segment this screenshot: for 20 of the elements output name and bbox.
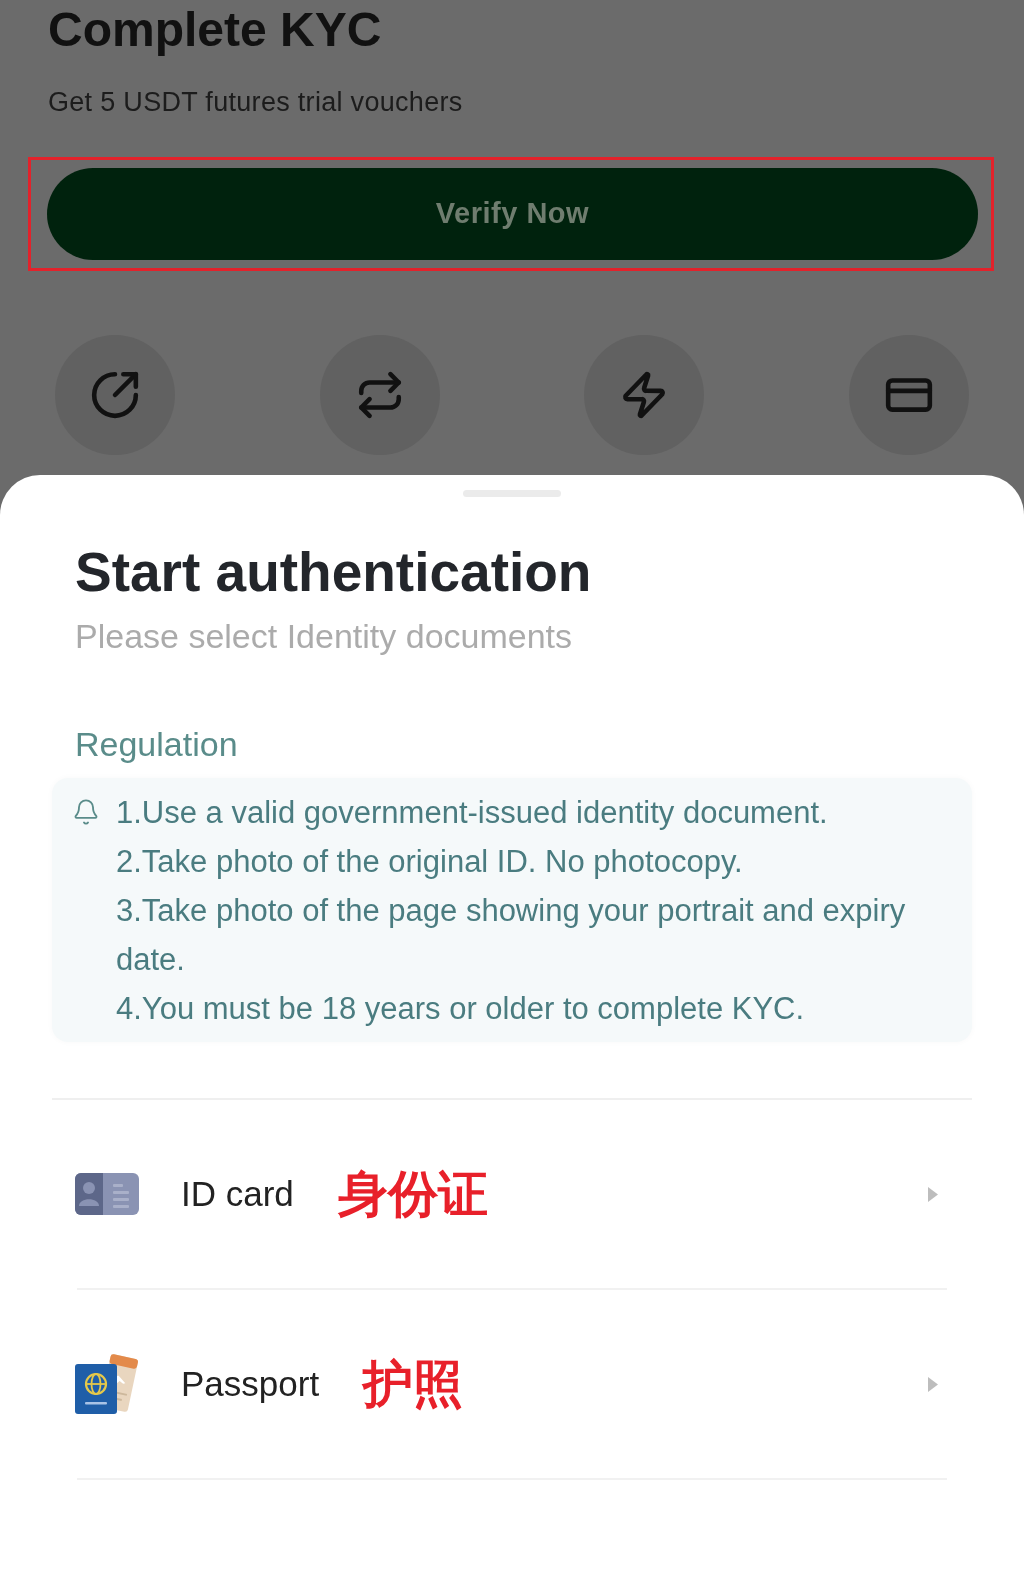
verify-now-button[interactable]: Verify Now	[47, 168, 978, 260]
rule-text: 3.Take photo of the page showing your portrait and expiry date.	[116, 892, 907, 979]
rule-text: 2.Take photo of the original ID. No photocopy.	[116, 843, 744, 881]
sheet-title: Start authentication	[75, 542, 592, 602]
caret-icon	[928, 1376, 938, 1392]
page-title: Complete KYC	[48, 4, 382, 56]
rule-text: 1.Use a valid government-issued identity document.	[116, 794, 829, 832]
caret-icon	[928, 1186, 938, 1202]
document-option[interactable]: ID card	[181, 1167, 294, 1221]
bell-icon	[72, 798, 100, 826]
page-subtitle: Get 5 USDT futures trial vouchers	[48, 86, 463, 118]
sheet-subtitle: Please select Identity documents	[75, 618, 573, 654]
passport-icon	[75, 1352, 139, 1416]
regulation-heading: Regulation	[75, 726, 238, 762]
annotation-text: 护照	[363, 1354, 464, 1414]
rule-text: 4.You must be 18 years or older to complete KYC.	[116, 990, 806, 1028]
arrow-out-circle-icon	[90, 370, 140, 420]
annotation-text: 身份证	[337, 1164, 488, 1224]
document-option[interactable]: Passport	[181, 1357, 320, 1411]
id-card-icon	[75, 1173, 139, 1215]
